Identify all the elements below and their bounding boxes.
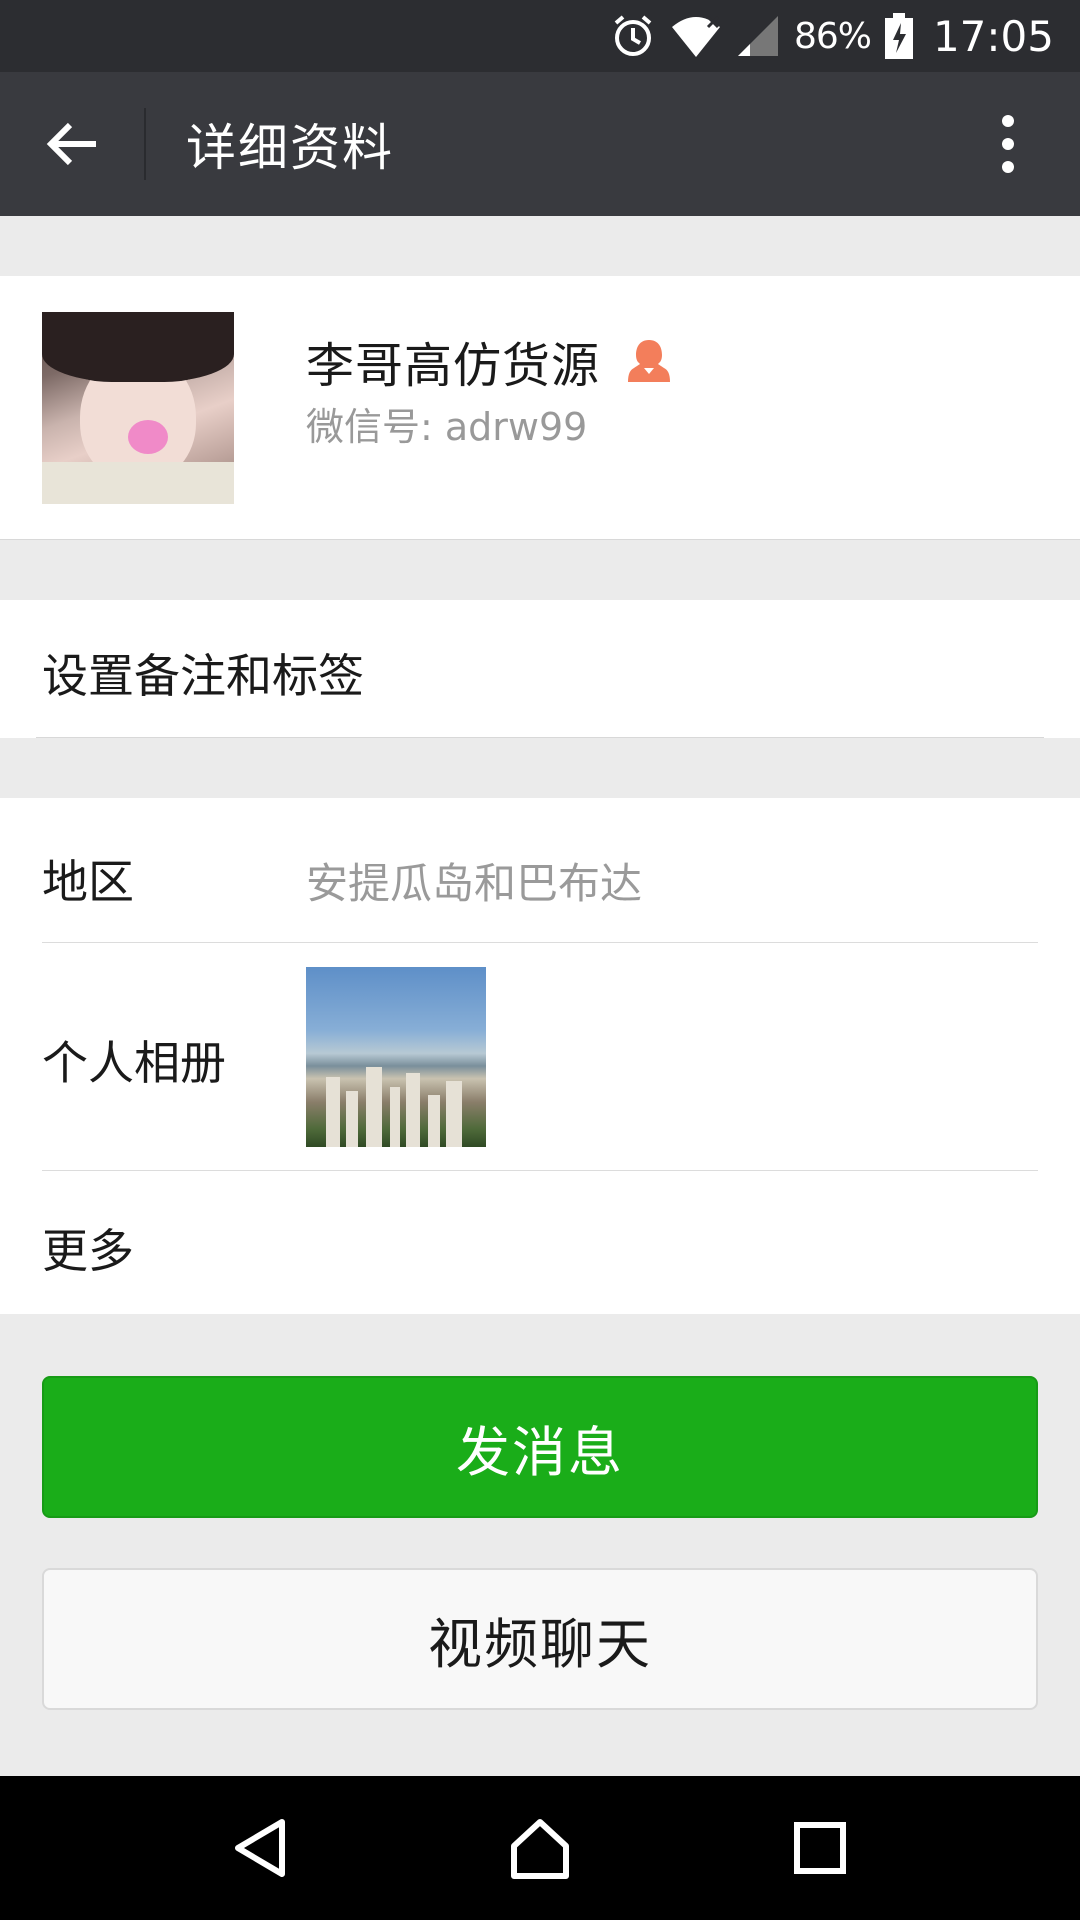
nav-back-button[interactable] [200,1788,320,1908]
battery-percent: 86% [793,15,872,57]
info-list: 地区 安提瓜岛和巴布达 个人相册 更多 [0,798,1080,1314]
more-vertical-icon [1002,115,1014,173]
region-value: 安提瓜岛和巴布达 [306,859,643,908]
send-message-button[interactable]: 发消息 [42,1376,1038,1518]
cellular-signal-icon [736,14,780,58]
nav-back-icon [235,1819,285,1877]
profile-name: 李哥高仿货源 [306,338,601,394]
more-label: 更多 [42,1224,134,1278]
region-row: 地区 安提瓜岛和巴布达 [0,798,1080,942]
album-row[interactable]: 个人相册 [0,943,1080,1169]
nav-home-button[interactable] [480,1788,600,1908]
arrow-left-icon [46,122,96,166]
page-title: 详细资料 [186,119,394,177]
profile-card: 李哥高仿货源 微信号: adrw99 [0,276,1080,540]
region-label: 地区 [42,855,134,909]
battery-charging-icon [884,13,913,59]
status-bar: 86% 17:05 [0,0,1080,72]
remark-tags-row[interactable]: 设置备注和标签 [0,600,1080,738]
nav-home-icon [511,1819,569,1879]
alarm-icon [610,13,656,59]
avatar[interactable] [42,312,234,504]
profile-name-row: 李哥高仿货源 [306,326,672,396]
title-divider [144,108,146,180]
back-button[interactable] [0,72,144,216]
nav-recents-icon [794,1822,846,1874]
clock: 17:05 [932,11,1054,61]
more-button[interactable] [936,72,1080,216]
nav-recents-button[interactable] [760,1788,880,1908]
wifi-icon [670,13,722,59]
title-bar: 详细资料 [0,72,1080,216]
female-icon [626,338,672,384]
system-nav-bar [0,1776,1080,1920]
wechat-id: 微信号: adrw99 [306,405,588,449]
album-label: 个人相册 [42,1036,226,1090]
album-thumbnail[interactable] [306,967,486,1147]
video-chat-button[interactable]: 视频聊天 [42,1568,1038,1710]
remark-tags-label: 设置备注和标签 [42,649,364,703]
divider [36,737,1044,738]
more-row[interactable]: 更多 [0,1171,1080,1314]
